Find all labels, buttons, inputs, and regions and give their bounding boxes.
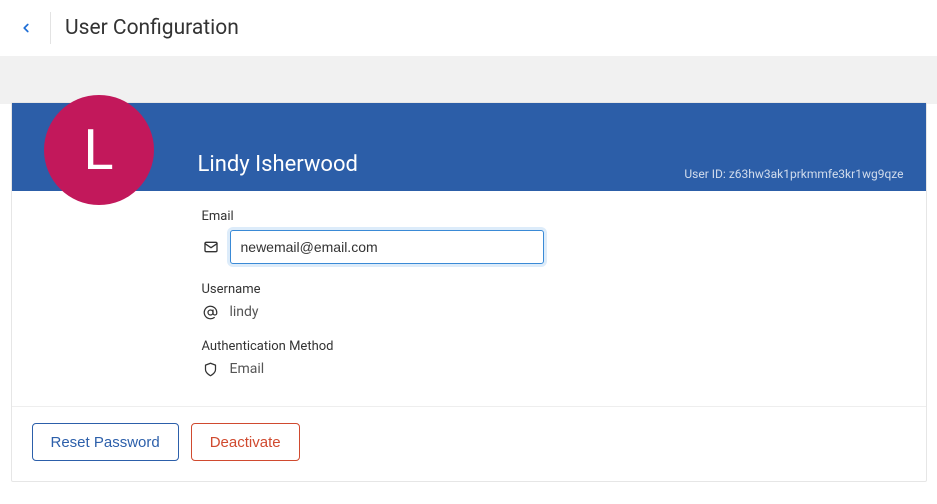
user-id-value: z63hw3ak1prkmmfe3kr1wg9qze xyxy=(729,167,904,181)
card-body: Email Username lindy Authen xyxy=(12,191,926,406)
user-id-label: User ID: xyxy=(684,167,725,181)
avatar-initial: L xyxy=(83,117,113,183)
field-email: Email xyxy=(202,209,898,264)
back-button[interactable] xyxy=(12,14,40,42)
envelope-icon xyxy=(202,238,220,256)
topbar: User Configuration xyxy=(0,0,937,56)
user-card: L Lindy Isherwood User ID: z63hw3ak1prkm… xyxy=(11,102,927,482)
deactivate-button[interactable]: Deactivate xyxy=(191,423,300,461)
chevron-left-icon xyxy=(19,21,33,35)
avatar: L xyxy=(44,95,154,205)
user-id-line: User ID: z63hw3ak1prkmmfe3kr1wg9qze xyxy=(684,167,903,181)
email-input[interactable] xyxy=(230,230,544,264)
auth-method-label: Authentication Method xyxy=(202,339,898,354)
field-username: Username lindy xyxy=(202,282,898,321)
auth-method-value: Email xyxy=(230,361,265,377)
user-display-name: Lindy Isherwood xyxy=(198,152,358,177)
card-footer: Reset Password Deactivate xyxy=(12,406,926,481)
shield-icon xyxy=(202,360,220,378)
subheader-band xyxy=(0,56,937,104)
email-label: Email xyxy=(202,209,898,224)
page-title: User Configuration xyxy=(65,16,239,40)
field-auth-method: Authentication Method Email xyxy=(202,339,898,378)
username-value: lindy xyxy=(230,304,259,320)
username-label: Username xyxy=(202,282,898,297)
hero-banner: L Lindy Isherwood User ID: z63hw3ak1prkm… xyxy=(12,103,926,191)
divider xyxy=(50,12,51,44)
at-sign-icon xyxy=(202,303,220,321)
reset-password-button[interactable]: Reset Password xyxy=(32,423,179,461)
